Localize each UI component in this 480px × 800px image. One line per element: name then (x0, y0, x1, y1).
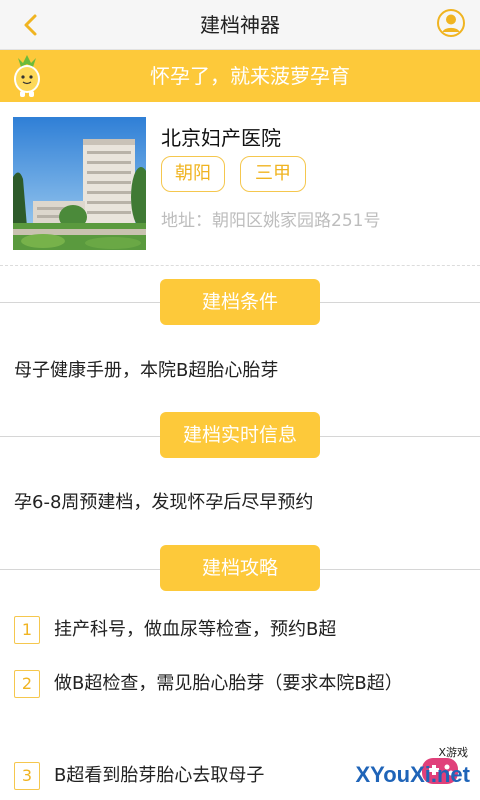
step-text: 挂产科号，做血尿等检查，预约B超 (54, 619, 337, 640)
page-title: 建档神器 (200, 13, 280, 37)
hospital-address: 地址：朝阳区姚家园路251号 (161, 211, 381, 231)
watermark-text: XYouXi.net (355, 762, 471, 787)
conditions-text: 母子健康手册，本院B超胎心胎芽 (14, 360, 279, 381)
step-number: 2 (14, 670, 40, 698)
hospital-name: 北京妇产医院 (161, 126, 281, 150)
step-number: 3 (14, 762, 40, 790)
step-text: 做B超检查，需见胎心胎芽（要求本院B超） (54, 673, 403, 694)
hospital-card[interactable]: 北京妇产医院 朝阳 三甲 地址：朝阳区姚家园路251号 (0, 102, 480, 266)
section-title-conditions: 建档条件 (160, 279, 320, 325)
top-nav-bar: 建档神器 (0, 0, 480, 50)
guide-step: 1 挂产科号，做血尿等检查，预约B超 (14, 614, 464, 646)
guide-step: 2 做B超检查，需见胎心胎芽（要求本院B超） (14, 668, 464, 700)
step-number: 1 (14, 616, 40, 644)
user-button[interactable] (436, 8, 466, 38)
grade-tag: 三甲 (240, 156, 306, 192)
banner-slogan: 怀孕了，就来菠萝孕育 (150, 64, 350, 88)
section-title-guide: 建档攻略 (160, 545, 320, 591)
section-title-realtime: 建档实时信息 (160, 412, 320, 458)
user-icon (437, 9, 465, 37)
site-watermark: X游戏 XYouXi.net (294, 740, 480, 800)
watermark-small-text: X游戏 (438, 746, 468, 759)
realtime-text: 孕6-8周预建档，发现怀孕后尽早预约 (14, 492, 314, 513)
hospital-photo (13, 117, 146, 250)
district-tag: 朝阳 (161, 156, 225, 192)
promo-banner[interactable]: 怀孕了，就来菠萝孕育 (0, 50, 480, 102)
